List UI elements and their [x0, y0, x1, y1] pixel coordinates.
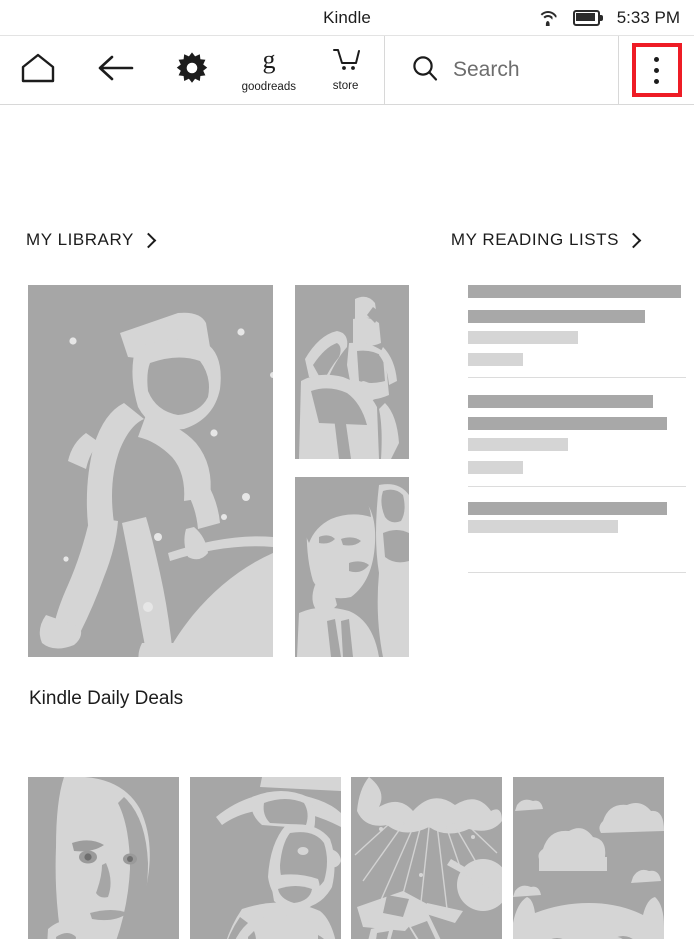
cat-clouds-cover[interactable] — [513, 777, 664, 939]
more-vertical-icon — [654, 56, 659, 62]
home-icon — [20, 53, 56, 88]
reading-list-bar[interactable] — [468, 461, 523, 474]
my-library-title: MY LIBRARY — [26, 230, 134, 249]
status-bar-clock: 5:33 PM — [616, 8, 680, 27]
arrow-left-icon — [95, 53, 135, 88]
search-input[interactable]: Search — [385, 36, 619, 104]
reading-list-bar[interactable] — [468, 438, 568, 451]
reading-list-bar[interactable] — [468, 502, 667, 515]
chevron-right-icon — [140, 232, 157, 248]
knight-on-horseback-cover[interactable] — [295, 285, 409, 459]
spaceship-battle-cover[interactable] — [351, 777, 502, 939]
search-icon — [411, 54, 439, 87]
settings-button[interactable] — [154, 36, 231, 104]
search-placeholder: Search — [453, 58, 520, 81]
reading-list-divider — [468, 486, 686, 487]
reading-list-bar[interactable] — [468, 417, 667, 430]
romance-couple-cover[interactable] — [295, 477, 409, 657]
reading-list-bar[interactable] — [468, 395, 653, 408]
store-label: store — [332, 80, 359, 93]
reading-list-divider — [468, 377, 686, 378]
status-bar: Kindle 5:33 PM — [0, 0, 694, 36]
my-library-header[interactable]: MY LIBRARY — [26, 230, 157, 250]
my-reading-lists-title: MY READING LISTS — [450, 230, 619, 249]
home-content: MY LIBRARY MY READING LISTS Kindle Daily… — [0, 105, 694, 939]
cowboy-western-cover[interactable] — [190, 777, 341, 939]
store-button[interactable]: store — [307, 36, 384, 104]
reading-list-bar[interactable] — [468, 353, 523, 366]
my-reading-lists-header[interactable]: MY READING LISTS — [450, 230, 642, 250]
astronaut-in-space-cover[interactable] — [28, 285, 273, 657]
top-toolbar: g goodreads store Search — [0, 36, 694, 105]
kindle-home-screen: Kindle 5:33 PM g goodreads store Search … — [0, 0, 694, 939]
overflow-menu-button[interactable] — [631, 43, 682, 97]
wifi-icon — [537, 10, 559, 26]
kindle-daily-deals-title: Kindle Daily Deals — [29, 688, 184, 709]
reading-list-bar[interactable] — [468, 331, 578, 344]
goodreads-g-icon: g — [258, 45, 280, 79]
home-button[interactable] — [0, 36, 77, 104]
reading-list-divider — [468, 572, 686, 573]
svg-text:g: g — [262, 46, 275, 74]
reading-list-bar[interactable] — [468, 520, 618, 533]
man-portrait-cover[interactable] — [28, 777, 179, 939]
goodreads-label: goodreads — [241, 81, 296, 94]
reading-list-bar[interactable] — [468, 310, 645, 323]
goodreads-button[interactable]: g goodreads — [230, 36, 307, 104]
overflow-menu-container — [619, 36, 694, 104]
gear-icon — [174, 50, 210, 91]
status-bar-indicators: 5:33 PM — [537, 0, 680, 36]
chevron-right-icon — [625, 232, 642, 248]
back-button[interactable] — [77, 36, 154, 104]
reading-list-bar[interactable] — [468, 285, 681, 298]
battery-icon — [572, 10, 603, 26]
toolbar-button-group: g goodreads store — [0, 36, 385, 104]
shopping-cart-icon — [331, 47, 361, 78]
